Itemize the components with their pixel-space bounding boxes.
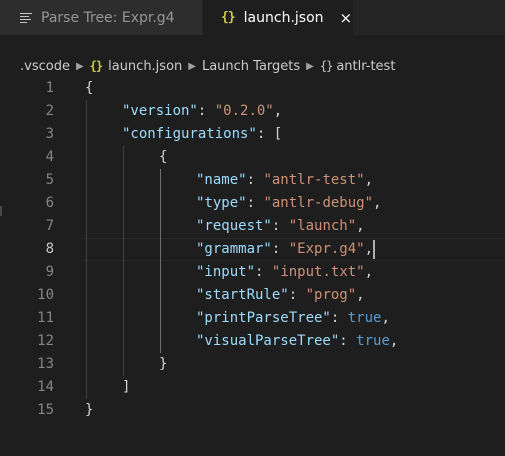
indent-guide	[86, 100, 87, 399]
code-text: "printParseTree": true,	[196, 310, 390, 326]
code-text: "version": "0.2.0",	[122, 103, 283, 119]
code-text: {	[159, 149, 168, 165]
tab-parse-tree[interactable]: Parse Tree: Expr.g4	[0, 0, 203, 35]
breadcrumb-item-antlr-test[interactable]: {} antlr-test	[320, 59, 396, 74]
line-number: 9	[45, 264, 54, 280]
code-line[interactable]: 13}	[0, 353, 505, 376]
line-number: 14	[37, 379, 54, 395]
code-text: "type": "antlr-debug",	[196, 195, 382, 211]
chevron-right-icon: ▶	[188, 60, 196, 72]
code-text: "startRule": "prog",	[196, 287, 365, 303]
object-braces-icon: {}	[319, 59, 333, 73]
code-line[interactable]: 5 "name": "antlr-test",	[0, 169, 505, 192]
line-number: 5	[45, 172, 54, 188]
code-line[interactable]: 11 "printParseTree": true,	[0, 307, 505, 330]
breadcrumb-item-launch-json[interactable]: {} launch.json	[90, 59, 183, 74]
code-text: }	[85, 402, 94, 418]
line-number: 8	[45, 241, 54, 257]
code-line[interactable]: 10 "startRule": "prog",	[0, 284, 505, 307]
indent-guide	[160, 169, 161, 353]
tab-launch-json[interactable]: {} launch.json ×	[203, 0, 353, 35]
line-number: 15	[37, 402, 54, 418]
breadcrumb-item-vscode[interactable]: .vscode	[20, 59, 70, 74]
code-line[interactable]: 2 "version": "0.2.0",	[0, 100, 505, 123]
code-line[interactable]: 9 "input": "input.txt",	[0, 261, 505, 284]
code-text: "input": "input.txt",	[196, 264, 374, 280]
close-icon[interactable]: ×	[340, 9, 353, 27]
code-editor[interactable]: 1{2 "version": "0.2.0", 3 "configurations":…	[0, 77, 505, 456]
chevron-right-icon: ▶	[75, 60, 84, 72]
code-text: "request": "launch",	[196, 218, 365, 234]
line-number: 10	[37, 287, 54, 303]
line-number: 12	[37, 333, 54, 349]
code-line[interactable]: 4{	[0, 146, 505, 169]
code-line[interactable]: 14]	[0, 376, 505, 399]
code-line[interactable]: 7 "request": "launch",	[0, 215, 505, 238]
json-braces-icon: {}	[89, 59, 103, 73]
code-text: "grammar": "Expr.g4",	[196, 241, 374, 257]
line-number: 11	[37, 310, 54, 326]
code-text: "name": "antlr-test",	[196, 172, 374, 188]
code-line[interactable]: 8 "grammar": "Expr.g4",	[0, 238, 505, 261]
json-braces-icon: {}	[221, 10, 236, 25]
code-line[interactable]: 3 "configurations": [	[0, 123, 505, 146]
code-text: {	[85, 80, 94, 96]
tab-label: Parse Tree: Expr.g4	[41, 9, 175, 26]
editor-tab-bar: Parse Tree: Expr.g4 {} launch.json ×	[0, 0, 505, 35]
tab-label: launch.json	[243, 9, 324, 26]
line-number: 3	[45, 126, 54, 142]
line-number: 7	[45, 218, 54, 234]
indent-guide	[123, 146, 124, 376]
breadcrumb-item-launch-targets[interactable]: Launch Targets	[202, 59, 300, 74]
line-number: 4	[45, 149, 54, 165]
breadcrumb: .vscode ▶ {} launch.json ▶ Launch Targets…	[0, 56, 505, 76]
line-number: 13	[37, 356, 54, 372]
line-number: 1	[45, 80, 54, 96]
code-line[interactable]: 6 "type": "antlr-debug",	[0, 192, 505, 215]
code-text: "visualParseTree": true,	[196, 333, 399, 349]
code-text: "configurations": [	[122, 126, 283, 142]
code-text: }	[159, 356, 168, 372]
chevron-right-icon: ▶	[306, 60, 314, 72]
line-number: 2	[45, 103, 54, 119]
file-lines-icon	[20, 11, 32, 25]
text-cursor	[373, 240, 376, 259]
code-line[interactable]: 15}	[0, 399, 505, 422]
line-number: 6	[45, 195, 54, 211]
code-line[interactable]: 1{	[0, 77, 505, 100]
code-text: ]	[122, 379, 131, 395]
code-line[interactable]: 12 "visualParseTree": true,	[0, 330, 505, 353]
